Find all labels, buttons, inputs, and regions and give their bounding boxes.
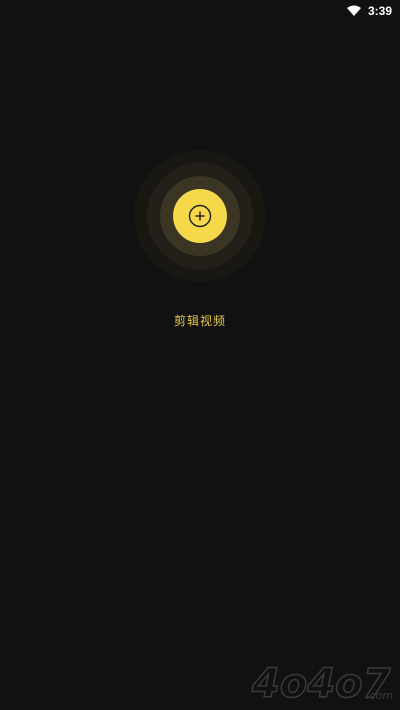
app-screen: 3:39 剪辑视频 4o4o7 .com xyxy=(0,0,400,710)
plus-circle-icon xyxy=(188,204,212,228)
watermark-logo: 4o4o7 .com xyxy=(250,660,393,708)
svg-text:.com: .com xyxy=(366,689,393,702)
wifi-icon xyxy=(347,5,361,16)
edit-video-label[interactable]: 剪辑视频 xyxy=(0,312,400,329)
status-time: 3:39 xyxy=(368,4,393,18)
status-bar: 3:39 xyxy=(0,0,400,24)
